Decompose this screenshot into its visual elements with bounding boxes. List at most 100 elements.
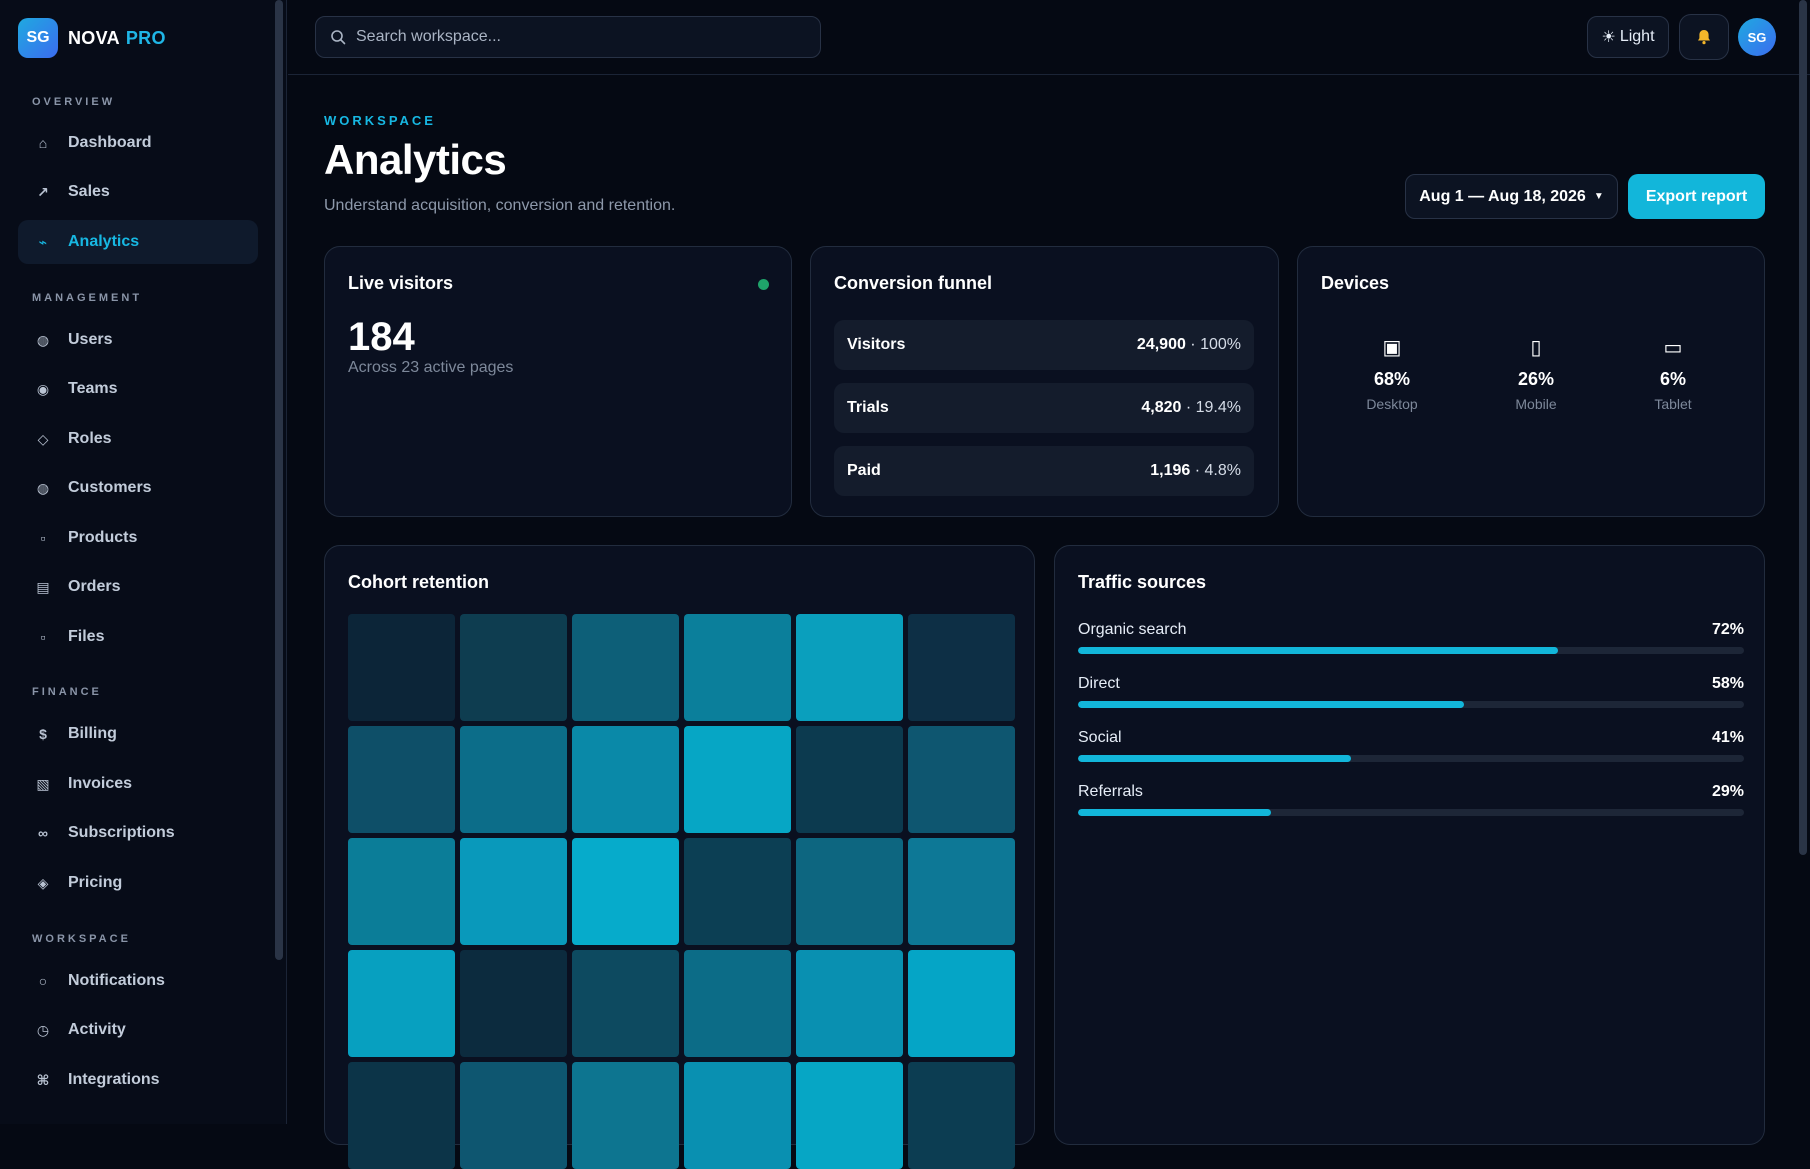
card-title: Conversion funnel	[834, 273, 993, 293]
sidebar-item-sales[interactable]: ↗ Sales	[18, 170, 258, 214]
sidebar-item-label: Activity	[68, 1021, 126, 1038]
sidebar-item-label: Integrations	[68, 1071, 160, 1088]
page-subtitle: Understand acquisition, conversion and r…	[324, 197, 676, 214]
funnel-row: Trials 4,820 · 19.4%	[834, 383, 1254, 433]
funnel-stage-value: 1,196 · 4.8%	[1150, 462, 1241, 479]
cohort-cell	[796, 614, 903, 721]
funnel-row: Visitors 24,900 · 100%	[834, 320, 1254, 370]
cohort-cell	[908, 950, 1015, 1057]
sidebar-item-products[interactable]: ▫ Products	[18, 516, 258, 560]
clock-icon: ◷	[36, 1021, 50, 1038]
sidebar-item-notifications[interactable]: ○ Notifications	[18, 959, 258, 1003]
desktop-icon: ▣	[1382, 337, 1402, 359]
cohort-cell	[684, 1062, 791, 1169]
cohort-cell	[572, 838, 679, 945]
search-icon	[331, 30, 346, 45]
avatar[interactable]: SG	[1738, 18, 1776, 56]
cohort-cell	[572, 614, 679, 721]
nav-section-header: MANAGEMENT	[32, 292, 143, 304]
search-input[interactable]	[356, 28, 796, 46]
sidebar-item-label: Invoices	[68, 775, 133, 792]
live-visitors-count: 184	[348, 315, 415, 359]
sidebar-item-subscriptions[interactable]: ∞ Subscriptions	[18, 811, 258, 855]
tablet-icon: ▭	[1663, 337, 1683, 359]
cohort-cell	[684, 838, 791, 945]
sidebar-item-billing[interactable]: $ Billing	[18, 712, 258, 756]
sidebar-item-files[interactable]: ▫ Files	[18, 615, 258, 659]
orders-icon: ▤	[36, 578, 50, 595]
main-scrollbar[interactable]	[1799, 0, 1807, 855]
notifications-button[interactable]	[1679, 14, 1729, 60]
traffic-source-label: Direct	[1078, 675, 1120, 692]
cohort-cell	[460, 726, 567, 833]
brand[interactable]: SG NOVA PRO	[18, 18, 166, 58]
sidebar-item-activity[interactable]: ◷ Activity	[18, 1008, 258, 1052]
sidebar: SG NOVA PRO OVERVIEW ⌂ Dashboard ↗ Sales ⌁ Anal…	[0, 0, 287, 1124]
device-mobile: ▯ 26% Mobile	[1476, 335, 1596, 412]
nav-section-header: FINANCE	[32, 686, 102, 698]
traffic-progress-fill	[1078, 647, 1558, 654]
theme-label: Light	[1619, 28, 1655, 45]
cohort-cell	[460, 614, 567, 721]
sidebar-item-orders[interactable]: ▤ Orders	[18, 565, 258, 609]
card-title: Cohort retention	[348, 572, 489, 592]
funnel-stage-value: 4,820 · 19.4%	[1141, 399, 1241, 416]
device-desktop: ▣ 68% Desktop	[1332, 335, 1452, 412]
sidebar-item-teams[interactable]: ◉ Teams	[18, 367, 258, 411]
sidebar-scrollbar[interactable]	[275, 0, 283, 960]
users-icon: ◍	[36, 331, 50, 348]
search-box[interactable]	[315, 16, 821, 58]
sidebar-item-pricing[interactable]: ◈ Pricing	[18, 861, 258, 905]
cohort-cell	[796, 950, 903, 1057]
funnel-stage-count: 1,196	[1150, 462, 1191, 479]
traffic-source-pct: 29%	[1711, 783, 1744, 800]
device-pct: 68%	[1373, 369, 1411, 389]
cohort-cell	[572, 726, 679, 833]
cohort-cell	[348, 950, 455, 1057]
traffic-source-pct: 58%	[1711, 675, 1744, 692]
sidebar-item-roles[interactable]: ◇ Roles	[18, 417, 258, 461]
traffic-progress-fill	[1078, 701, 1465, 708]
sidebar-item-analytics[interactable]: ⌁ Analytics	[18, 220, 258, 264]
traffic-source-label: Referrals	[1078, 783, 1143, 800]
products-icon: ▫	[40, 530, 46, 546]
theme-toggle-button[interactable]: ☀ Light	[1587, 16, 1669, 58]
sidebar-item-invoices[interactable]: ▧ Invoices	[18, 762, 258, 806]
nav-section-header: OVERVIEW	[32, 96, 116, 108]
date-range-label: Aug 1 — Aug 18, 2026	[1419, 187, 1586, 205]
sidebar-item-label: Analytics	[68, 233, 140, 250]
sidebar-item-label: Sales	[68, 183, 110, 200]
traffic-source-row: Organic search 72%	[1078, 621, 1744, 654]
tag-icon: ◈	[37, 874, 49, 891]
traffic-progress-fill	[1078, 809, 1272, 816]
traffic-sources-card: Traffic sources Organic search 72% Direct 5…	[1054, 545, 1765, 1145]
page-eyebrow: WORKSPACE	[324, 113, 436, 128]
device-label: Tablet	[1654, 396, 1692, 412]
sidebar-item-dashboard[interactable]: ⌂ Dashboard	[18, 121, 258, 165]
sidebar-item-users[interactable]: ◍ Users	[18, 318, 258, 362]
conversion-funnel-card: Conversion funnel Visitors 24,900 · 100% T…	[810, 246, 1279, 517]
sidebar-item-customers[interactable]: ◍ Customers	[18, 466, 258, 510]
cohort-cell	[572, 950, 679, 1057]
cohort-cell	[908, 726, 1015, 833]
sidebar-item-label: Pricing	[68, 874, 123, 891]
cohort-cell	[796, 726, 903, 833]
funnel-stage-pct: 100%	[1200, 336, 1241, 353]
device-pct: 26%	[1517, 369, 1555, 389]
traffic-progress-track	[1078, 809, 1744, 816]
cohort-cell	[460, 950, 567, 1057]
sidebar-item-label: Files	[68, 628, 105, 645]
activity-icon: ⌁	[38, 233, 48, 250]
logo: SG	[18, 18, 58, 58]
sidebar-item-label: Notifications	[68, 972, 165, 989]
cohort-cell	[684, 614, 791, 721]
date-range-picker[interactable]: Aug 1 — Aug 18, 2026 ▼	[1405, 174, 1618, 219]
live-status-dot	[758, 279, 769, 290]
sidebar-item-integrations[interactable]: ⌘ Integrations	[18, 1058, 258, 1102]
sidebar-item-label: Products	[68, 529, 138, 546]
sidebar-item-label: Subscriptions	[68, 824, 175, 841]
trend-up-icon: ↗	[37, 183, 49, 200]
export-report-button[interactable]: Export report	[1628, 174, 1765, 219]
sidebar-item-label: Billing	[68, 725, 117, 742]
nav-section-header: WORKSPACE	[32, 933, 131, 945]
